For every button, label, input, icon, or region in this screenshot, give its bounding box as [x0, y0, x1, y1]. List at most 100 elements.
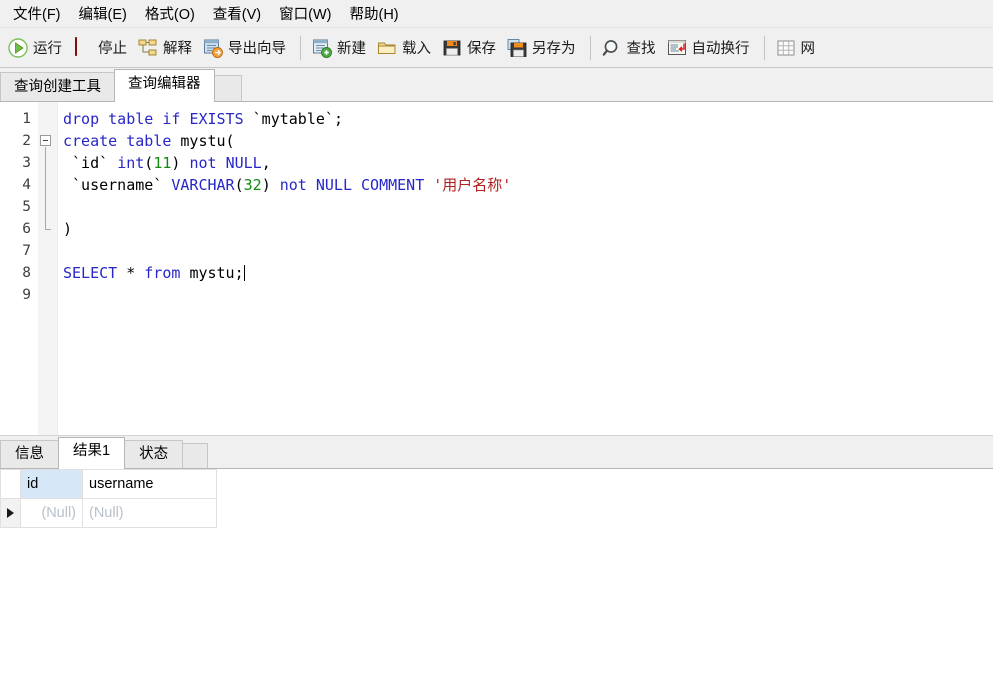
grid-view-button[interactable]: 网 — [772, 32, 823, 64]
menu-file[interactable]: 文件(F) — [4, 0, 70, 27]
menu-view[interactable]: 查看(V) — [204, 0, 270, 27]
new-query-label: 新建 — [337, 41, 366, 57]
results-tab-strip: 信息 结果1 状态 — [0, 436, 993, 469]
result-grid[interactable]: id username (Null) (Null) — [0, 469, 217, 528]
code-token: NULL — [225, 154, 262, 172]
code-token: mystu — [189, 264, 235, 282]
line-number: 1 — [22, 111, 31, 127]
tab-query-builder[interactable]: 查询创建工具 — [0, 72, 115, 101]
code-token: `id` — [63, 154, 109, 172]
code-token: 11 — [153, 154, 172, 172]
code-fold-gutter[interactable] — [38, 102, 58, 435]
code-token: ; — [234, 264, 244, 282]
line-number: 3 — [22, 155, 31, 171]
code-token: ; — [333, 110, 343, 128]
find-button[interactable]: 查找 — [598, 32, 663, 64]
play-icon — [8, 37, 28, 58]
code-token: VARCHAR — [171, 176, 235, 194]
column-header-id[interactable]: id — [20, 469, 83, 499]
fold-range-line — [45, 147, 46, 229]
tab-query-editor[interactable]: 查询编辑器 — [114, 69, 215, 102]
stop-button[interactable]: 停止 — [69, 32, 134, 64]
save-label: 保存 — [467, 41, 496, 57]
toolbar-separator-3 — [763, 35, 765, 60]
code-line[interactable]: ) — [63, 218, 993, 240]
save-as-icon — [507, 38, 527, 58]
word-wrap-label: 自动换行 — [691, 41, 750, 57]
code-line[interactable] — [63, 240, 993, 262]
tab-messages[interactable]: 信息 — [0, 440, 59, 468]
line-number: 6 — [22, 221, 31, 237]
new-query-icon — [312, 38, 332, 58]
code-line[interactable] — [63, 196, 993, 218]
code-token: '用户名称' — [433, 176, 512, 194]
code-token: , — [261, 154, 271, 172]
code-token: `mytable` — [252, 110, 334, 128]
code-token: SELECT — [63, 264, 118, 282]
row-indicator — [0, 498, 21, 528]
menu-format[interactable]: 格式(O) — [136, 0, 204, 27]
results-pane: 信息 结果1 状态 id username (Null) (Null) http… — [0, 436, 993, 692]
search-icon — [602, 38, 622, 58]
code-line[interactable]: `username` VARCHAR(32) not NULL COMMENT … — [63, 174, 993, 196]
result-grid-container[interactable]: id username (Null) (Null) https://blog.c… — [0, 469, 993, 692]
sql-code-area[interactable]: drop table if EXISTS `mytable`; create ta… — [58, 102, 993, 435]
code-line[interactable]: `id` int(11) not NULL, — [63, 152, 993, 174]
code-token: table — [126, 132, 172, 150]
fold-collapse-box[interactable] — [40, 135, 51, 146]
table-header-row: id username — [0, 469, 217, 499]
save-as-button[interactable]: 另存为 — [503, 32, 583, 64]
cell-username[interactable]: (Null) — [82, 498, 217, 528]
menu-window[interactable]: 窗口(W) — [270, 0, 340, 27]
line-number: 5 — [22, 199, 31, 215]
menu-help[interactable]: 帮助(H) — [340, 0, 407, 27]
code-token: ) — [63, 220, 73, 238]
code-line[interactable]: drop table if EXISTS `mytable`; — [63, 108, 993, 130]
word-wrap-button[interactable]: 自动换行 — [663, 32, 757, 64]
text-caret — [243, 265, 245, 281]
run-button[interactable]: 运行 — [4, 32, 69, 64]
code-token: mystu( — [180, 132, 235, 150]
explain-label: 解释 — [163, 41, 192, 57]
fold-cell — [38, 240, 57, 262]
tab-status[interactable]: 状态 — [124, 440, 184, 468]
table-body: (Null) (Null) — [0, 498, 217, 528]
fold-cell — [38, 108, 57, 130]
code-line[interactable]: SELECT * from mystu; — [63, 262, 993, 284]
tab-result-1[interactable]: 结果1 — [58, 437, 126, 469]
save-button[interactable]: 保存 — [438, 32, 503, 64]
code-token: `username` — [63, 176, 163, 194]
code-token: EXISTS — [189, 110, 244, 128]
word-wrap-icon — [667, 38, 687, 58]
stop-icon — [73, 36, 93, 58]
open-folder-icon — [377, 38, 397, 58]
cell-id[interactable]: (Null) — [20, 498, 83, 528]
menu-bar: 文件(F) 编辑(E) 格式(O) 查看(V) 窗口(W) 帮助(H) — [0, 0, 993, 28]
load-button[interactable]: 载入 — [373, 32, 438, 64]
export-wizard-button[interactable]: 导出向导 — [199, 32, 293, 64]
toolbar-separator-2 — [589, 35, 591, 60]
menu-edit[interactable]: 编辑(E) — [70, 0, 136, 27]
row-header-corner — [0, 469, 21, 499]
fold-cell — [38, 262, 57, 284]
code-line[interactable]: create table mystu( — [63, 130, 993, 152]
column-header-username[interactable]: username — [82, 469, 217, 499]
grid-view-label: 网 — [800, 41, 816, 57]
line-number: 9 — [22, 287, 31, 303]
explain-button[interactable]: 解释 — [134, 32, 199, 64]
code-token: NULL — [315, 176, 352, 194]
fold-cell — [38, 284, 57, 306]
table-row[interactable]: (Null) (Null) — [0, 498, 217, 528]
toolbar-separator-1 — [300, 35, 301, 60]
code-token: not — [189, 154, 217, 172]
sql-editor[interactable]: 1 2 3 4 5 6 7 8 9 drop table if EXISTS `mytable`… — [0, 102, 993, 436]
new-query-button[interactable]: 新建 — [308, 32, 373, 64]
code-token: drop — [63, 110, 100, 128]
code-line[interactable] — [63, 284, 993, 306]
